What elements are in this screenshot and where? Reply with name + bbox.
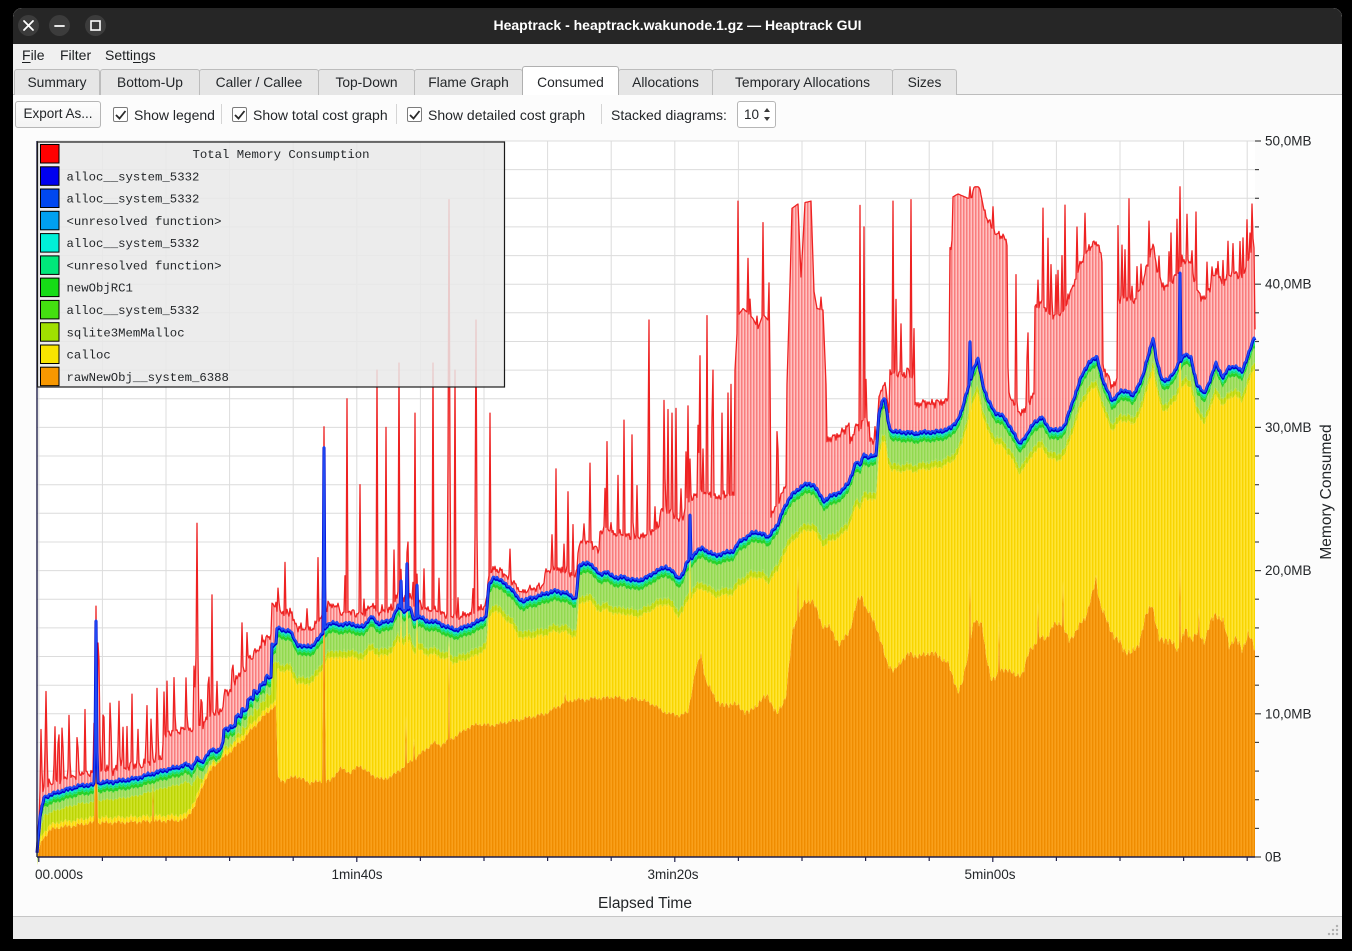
svg-text:30,0MB: 30,0MB xyxy=(1265,420,1312,435)
svg-text:sqlite3MemMalloc: sqlite3MemMalloc xyxy=(67,326,185,340)
svg-text:alloc__system_5332: alloc__system_5332 xyxy=(67,237,200,251)
svg-text:calloc: calloc xyxy=(67,349,111,363)
svg-text:<unresolved function>: <unresolved function> xyxy=(67,260,222,274)
svg-text:10,0MB: 10,0MB xyxy=(1265,706,1312,721)
svg-text:1min40s: 1min40s xyxy=(331,867,382,882)
svg-text:00.000s: 00.000s xyxy=(35,867,83,882)
svg-text:rawNewObj__system_6388: rawNewObj__system_6388 xyxy=(67,371,229,385)
svg-text:40,0MB: 40,0MB xyxy=(1265,277,1312,292)
svg-text:Total Memory Consumption: Total Memory Consumption xyxy=(192,148,369,162)
svg-text:alloc__system_5332: alloc__system_5332 xyxy=(67,304,200,318)
svg-text:20,0MB: 20,0MB xyxy=(1265,563,1312,578)
svg-text:<unresolved function>: <unresolved function> xyxy=(67,215,222,229)
svg-text:Memory Consumed: Memory Consumed xyxy=(1318,424,1335,559)
svg-text:newObjRC1: newObjRC1 xyxy=(67,282,133,296)
svg-text:0B: 0B xyxy=(1265,850,1282,865)
svg-text:Elapsed Time: Elapsed Time xyxy=(598,895,692,912)
svg-text:50,0MB: 50,0MB xyxy=(1265,134,1312,149)
svg-text:alloc__system_5332: alloc__system_5332 xyxy=(67,170,200,184)
svg-text:5min00s: 5min00s xyxy=(964,867,1015,882)
svg-text:alloc__system_5332: alloc__system_5332 xyxy=(67,193,200,207)
svg-text:3min20s: 3min20s xyxy=(647,867,698,882)
